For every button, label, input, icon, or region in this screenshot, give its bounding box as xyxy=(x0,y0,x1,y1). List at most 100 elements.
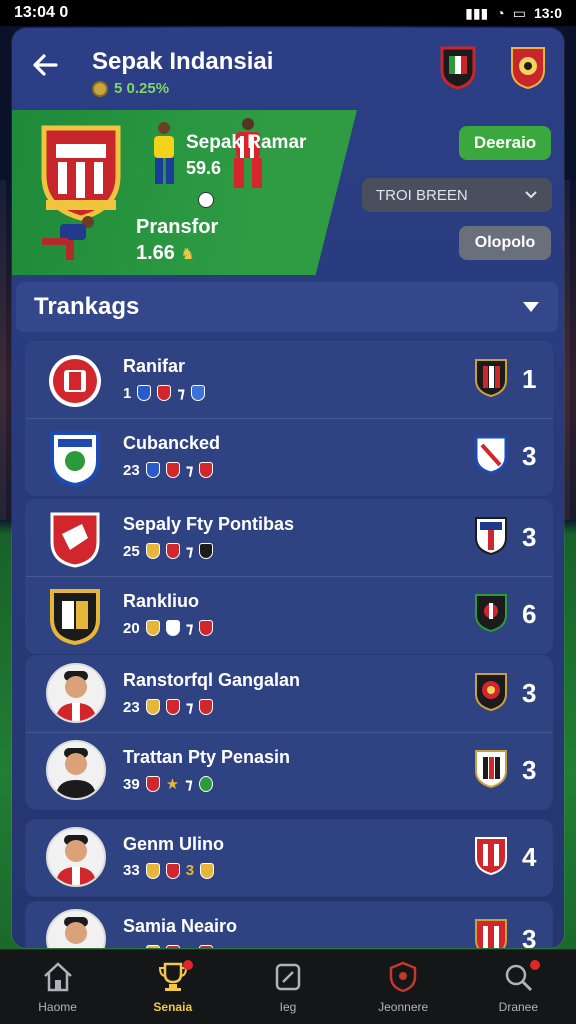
main-card: Sepak Indansiai 5 0.25% Sepak Ramar 59.6… xyxy=(12,28,564,948)
status-right-text: 13:0 xyxy=(533,5,562,21)
row-rank: 4 xyxy=(522,842,537,872)
row-stat-value: 23 xyxy=(123,698,140,716)
mini-badge-icon: ⁊ xyxy=(177,385,186,402)
header: Sepak Indansiai 5 0.25% xyxy=(12,28,564,108)
ranking-row[interactable]: Genm Ulino 33 3 4 xyxy=(26,820,552,896)
nav-ieg[interactable]: Ieg xyxy=(238,960,338,1014)
team-crest-icon[interactable] xyxy=(438,44,478,90)
club-logo-icon xyxy=(50,589,100,645)
mini-badge-icon: ⁊ xyxy=(185,543,194,560)
player-red-figure-icon xyxy=(234,118,262,188)
home-icon xyxy=(43,962,72,992)
mini-badge-icon xyxy=(165,862,180,879)
nav-senaia[interactable]: Senaia xyxy=(123,960,223,1014)
row-name: Trattan Pty Penasin xyxy=(123,747,291,767)
header-subtitle: 5 0.25% xyxy=(92,80,169,97)
mini-badge-icon xyxy=(165,462,180,478)
mini-badge-icon: ⁊ xyxy=(185,462,194,479)
mini-badge-icon xyxy=(145,699,160,715)
ranking-row[interactable]: Ranifar 1 ⁊ 1 xyxy=(26,342,552,418)
player-avatar-icon xyxy=(56,835,96,885)
featured-number: 1.66 ♞ xyxy=(136,242,195,265)
row-name: Sepaly Fty Pontibas xyxy=(123,514,295,534)
rankings-section-header[interactable]: Trankags xyxy=(16,282,558,332)
ranking-group: Sepaly Fty Pontibas 25 ⁊ 3 Rankliuo 20 ⁊… xyxy=(26,500,552,653)
mini-badge-icon xyxy=(145,543,160,559)
row-rank: 3 xyxy=(522,755,537,785)
section-title: Trankags xyxy=(34,293,140,320)
row-rank: 1 xyxy=(522,364,537,394)
mini-badge-icon xyxy=(198,776,213,792)
row-stats: 33 3 xyxy=(123,862,215,879)
ranking-group: Genm Ulino 33 3 4 xyxy=(26,820,552,896)
ranking-row[interactable]: Rankliuo 20 ⁊ 6 xyxy=(26,576,552,653)
featured-number-text: 1.66 xyxy=(136,242,175,264)
mini-badge-icon xyxy=(165,543,180,559)
opponent-crest-icon xyxy=(475,750,507,789)
opponent-crest-icon xyxy=(475,673,507,712)
mini-badge-icon xyxy=(145,945,160,948)
row-rank: 6 xyxy=(522,599,537,629)
mini-badge-icon xyxy=(145,620,160,636)
mini-badge-icon xyxy=(145,862,160,879)
club-logo-icon xyxy=(50,431,100,487)
player-blue-figure-icon xyxy=(42,216,94,260)
avatar xyxy=(46,740,106,800)
mini-badge-icon: 3 xyxy=(185,862,195,879)
featured-player-name: Sepak Ramar xyxy=(186,132,307,153)
ranking-row[interactable]: Samia Neairo 28 ⁊ 3 xyxy=(26,902,552,948)
featured-label: Pransfor xyxy=(136,216,219,238)
row-rank: 3 xyxy=(522,522,537,552)
mini-badge-icon xyxy=(199,462,214,478)
opponent-crest-icon xyxy=(475,837,507,876)
row-stat-value: 33 xyxy=(123,862,140,879)
status-icons: ▮▮▮ ◔ ▭ 13:0 xyxy=(465,5,562,22)
player-avatar-icon xyxy=(64,917,88,944)
row-name: Genm Ulino xyxy=(123,834,225,854)
header-subtitle-text: 5 0.25% xyxy=(114,80,170,97)
mini-badge-icon xyxy=(165,699,180,715)
camel-icon: ♞ xyxy=(180,246,195,263)
cards-icon xyxy=(275,963,301,991)
primary-action-button[interactable]: Deeraio xyxy=(459,126,551,160)
featured-club-crest-icon xyxy=(41,125,121,221)
mini-badge-icon: ⁊ xyxy=(185,620,194,637)
ranking-row[interactable]: Sepaly Fty Pontibas 25 ⁊ 3 xyxy=(26,500,552,576)
ranking-row[interactable]: Trattan Pty Penasin 39 ★ ⁊ 3 xyxy=(26,732,552,809)
ranking-row[interactable]: Cubancked 23 ⁊ 3 xyxy=(26,418,552,495)
club-crest-icon[interactable] xyxy=(508,44,548,90)
nav-label: Ieg xyxy=(279,1000,297,1014)
secondary-action-button[interactable]: Olopolo xyxy=(459,226,551,260)
battery-icon: ▭ xyxy=(512,4,526,21)
row-rank: 3 xyxy=(522,678,537,708)
ranking-group: Ranifar 1 ⁊ 1 Cubancked 23 ⁊ 3 xyxy=(26,342,552,495)
nav-dranee[interactable]: Dranee xyxy=(468,960,568,1014)
opponent-crest-icon xyxy=(475,594,507,633)
ranking-row[interactable]: Ranstorfql Gangalan 23 ⁊ 3 xyxy=(26,656,552,732)
featured-player-value: 59.6 xyxy=(186,158,222,178)
nav-home[interactable]: Haome xyxy=(8,960,108,1014)
filter-select-value: TROI BREEN xyxy=(376,186,468,204)
avatar xyxy=(46,663,106,723)
featured-transfer-panel[interactable]: Sepak Ramar 59.6 Pransfor 1.66 ♞ xyxy=(12,110,357,275)
row-stat-value: 28 xyxy=(123,945,140,949)
row-stats: 23 ⁊ xyxy=(123,698,214,716)
ball-icon xyxy=(198,192,214,208)
mini-badge-icon xyxy=(199,620,214,636)
row-name: Cubancked xyxy=(123,433,221,453)
row-stat-value: 23 xyxy=(123,461,140,479)
arrow-left-icon[interactable] xyxy=(30,50,60,80)
mini-badge-icon: ⁊ xyxy=(186,944,194,948)
opponent-crest-icon xyxy=(475,919,507,948)
row-rank: 3 xyxy=(522,441,537,471)
filter-select[interactable]: TROI BREEN xyxy=(362,178,552,212)
club-logo-icon xyxy=(49,355,101,407)
nav-label: Dranee xyxy=(498,1000,539,1014)
row-stats: 1 ⁊ xyxy=(123,384,206,402)
mini-badge-icon xyxy=(199,543,214,559)
ranking-group: Ranstorfql Gangalan 23 ⁊ 3 Trattan Pty P… xyxy=(26,656,552,809)
nav-jeonnere[interactable]: Jeonnere xyxy=(353,960,453,1014)
status-bar: 13:04 0 ▮▮▮ ◔ ▭ 13:0 xyxy=(0,0,576,26)
row-stat-value: 1 xyxy=(123,384,132,402)
row-name: Samia Neairo xyxy=(123,916,238,936)
